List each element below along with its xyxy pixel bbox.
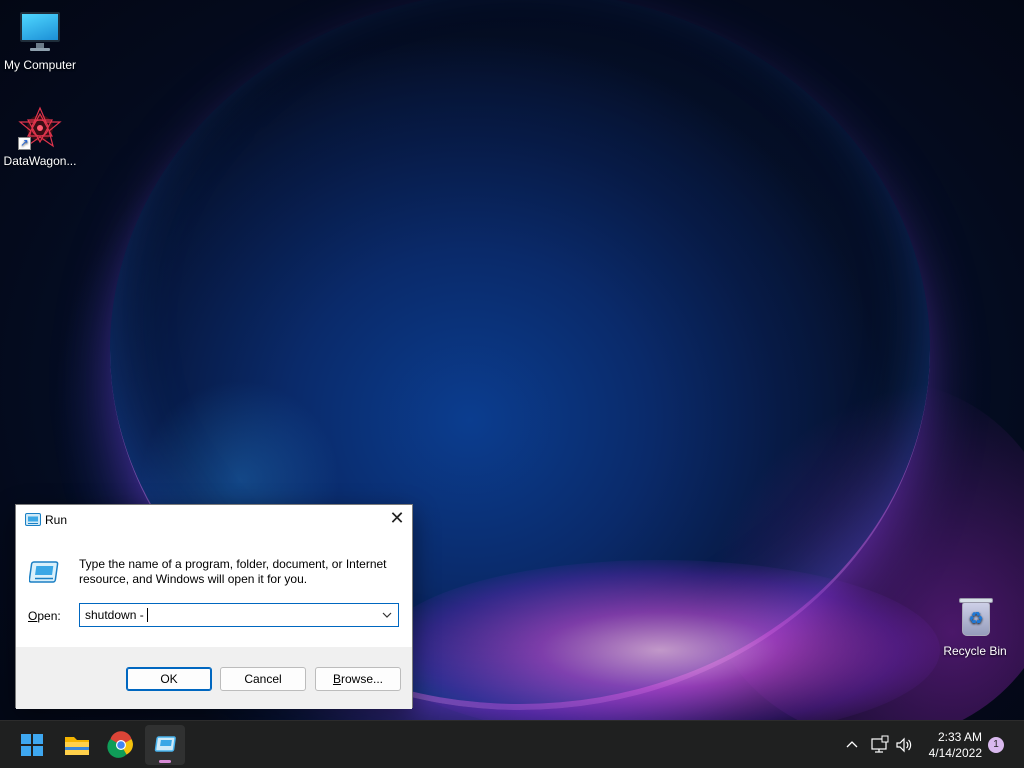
file-explorer-button[interactable] <box>57 725 97 765</box>
desktop-icon-datawagon[interactable]: ↗ DataWagon... <box>0 106 80 168</box>
recycle-bin-icon: ♻ <box>953 596 997 640</box>
datawagon-icon: ↗ <box>18 106 62 150</box>
close-icon[interactable]: ✕ <box>382 505 412 533</box>
shortcut-arrow-icon: ↗ <box>18 137 31 150</box>
run-dialog-title: Run <box>45 513 68 527</box>
run-description: Type the name of a program, folder, docu… <box>79 557 387 586</box>
clock-date: 4/14/2022 <box>928 746 982 760</box>
network-icon[interactable] <box>870 733 890 757</box>
system-clock[interactable]: 2:33 AM 4/14/2022 <box>912 729 982 761</box>
browse-button[interactable]: Browse... <box>315 667 401 691</box>
taskbar: 2:33 AM 4/14/2022 1 <box>0 720 1024 768</box>
computer-icon <box>18 10 62 54</box>
desktop-icon-my-computer[interactable]: My Computer <box>0 10 80 72</box>
notification-badge[interactable]: 1 <box>988 737 1004 753</box>
run-taskbar-icon <box>154 736 176 752</box>
open-label: Open: <box>28 609 61 623</box>
active-app-indicator <box>159 760 171 763</box>
run-titlebar[interactable]: Run ✕ <box>16 505 412 535</box>
open-input[interactable] <box>80 604 376 626</box>
run-content: Type the name of a program, folder, docu… <box>16 535 412 647</box>
desktop-icon-label: DataWagon... <box>3 154 77 168</box>
volume-icon[interactable] <box>894 733 914 757</box>
ok-button[interactable]: OK <box>126 667 212 691</box>
clock-time: 2:33 AM <box>937 730 982 744</box>
run-dialog: Run ✕ Type the name of a program, folder… <box>15 504 413 709</box>
text-caret <box>147 608 148 622</box>
chrome-icon <box>107 731 133 758</box>
start-button[interactable] <box>12 725 52 765</box>
run-large-icon <box>28 561 61 585</box>
folder-icon <box>65 737 89 755</box>
open-combobox[interactable] <box>79 603 399 627</box>
desktop-icon-recycle-bin[interactable]: ♻ Recycle Bin <box>935 596 1015 658</box>
run-taskbar-button[interactable] <box>145 725 185 765</box>
chevron-up-icon[interactable] <box>843 733 861 757</box>
chrome-button[interactable] <box>101 725 141 765</box>
desktop-icon-label: Recycle Bin <box>943 644 1007 658</box>
cancel-button[interactable]: Cancel <box>220 667 306 691</box>
run-footer: OK Cancel Browse... <box>16 647 412 709</box>
run-app-icon <box>25 513 41 526</box>
desktop-icon-label: My Computer <box>3 58 77 72</box>
chevron-down-icon[interactable] <box>376 604 398 626</box>
windows-logo-icon <box>21 734 43 756</box>
